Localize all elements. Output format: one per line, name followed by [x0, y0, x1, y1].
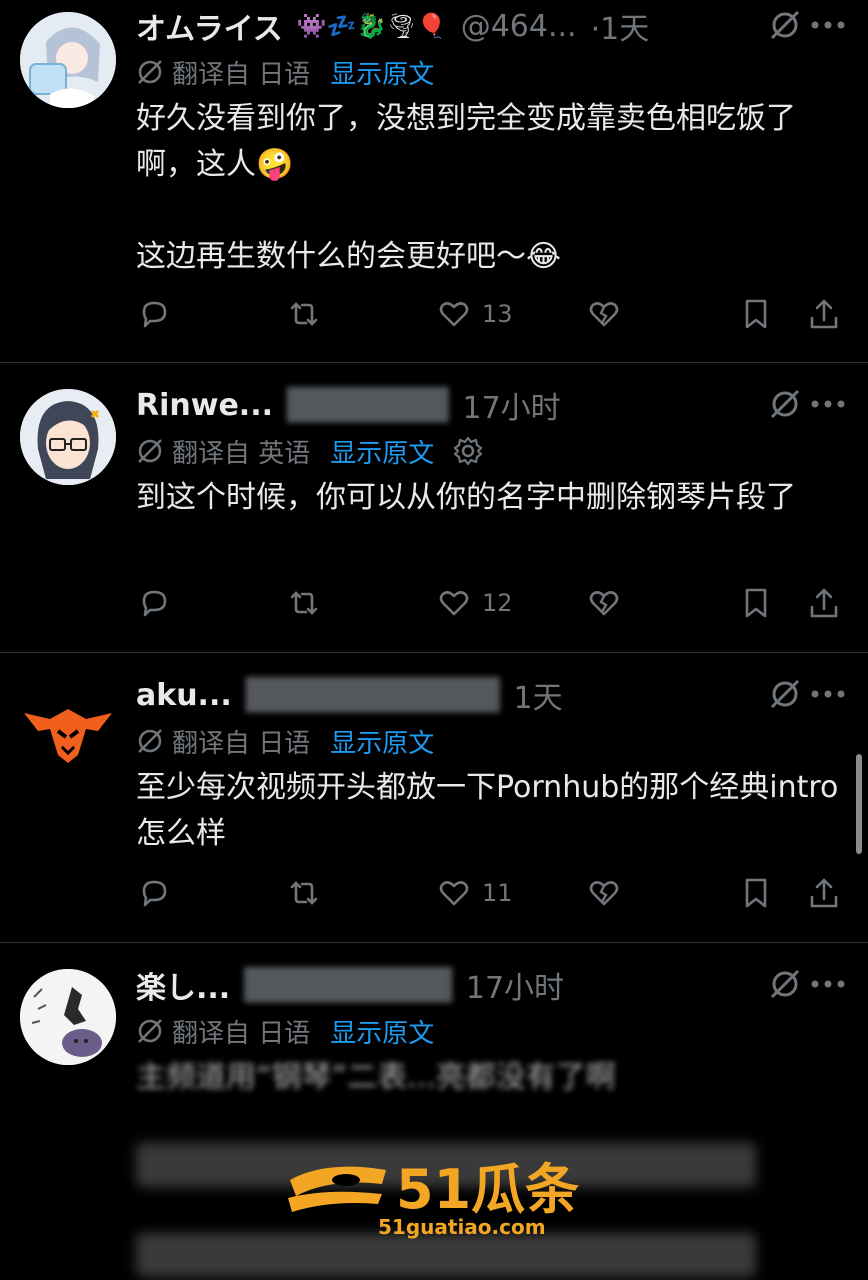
- post-text: 主频道用“钢琴”二表...亮都没有了啊: [136, 1060, 616, 1095]
- translated-from-label: 翻译自 日语: [172, 1018, 311, 1049]
- repost-icon: [290, 591, 318, 615]
- share-icon: [810, 588, 838, 618]
- watermark-brand: 51瓜条: [396, 1158, 579, 1221]
- reply-button[interactable]: [136, 583, 172, 623]
- reply-icon: [142, 590, 167, 617]
- share-icon: [810, 878, 838, 908]
- like-count: 12: [482, 589, 513, 617]
- broken-heart-icon: [589, 881, 619, 906]
- scrollbar[interactable]: [856, 754, 862, 854]
- grok-slash-icon[interactable]: [768, 8, 802, 42]
- more-options-icon[interactable]: [810, 20, 846, 30]
- share-button[interactable]: [806, 873, 842, 913]
- reply-icon: [142, 301, 167, 328]
- reply-button[interactable]: [136, 294, 172, 334]
- settings-gear-icon[interactable]: [452, 435, 484, 467]
- glasses-avatar-icon: [20, 389, 116, 485]
- grok-slash-icon[interactable]: [768, 387, 802, 421]
- repost-icon: [290, 881, 318, 905]
- more-options-icon[interactable]: [810, 689, 846, 699]
- handle-blurred: ███████: [287, 387, 449, 423]
- watermark-logo: 51瓜条 51guatiao.com: [286, 1140, 586, 1240]
- dislike-button[interactable]: [586, 873, 622, 913]
- avatar[interactable]: [20, 679, 116, 775]
- share-button[interactable]: [806, 583, 842, 623]
- post-2[interactable]: Rinwe... ███████ 17小时 翻译自 英语 显示原文 到这个时候，…: [0, 363, 868, 653]
- like-button[interactable]: 12: [436, 583, 513, 623]
- avatar[interactable]: [20, 12, 116, 108]
- repost-button[interactable]: [286, 294, 322, 334]
- broken-heart-icon: [589, 302, 619, 327]
- post-text: 好久没看到你了，没想到完全变成靠卖色相吃饭了啊，这人🤪 这边再生数什么的会更好吧…: [136, 101, 796, 274]
- post-text: 至少每次视频开头都放一下Pornhub的那个经典intro怎么样: [136, 770, 839, 851]
- repost-icon: [290, 302, 318, 326]
- show-original-link[interactable]: 显示原文: [330, 1013, 434, 1050]
- more-options-icon[interactable]: [810, 399, 846, 409]
- bookmark-button[interactable]: [738, 294, 774, 334]
- share-icon: [810, 299, 838, 329]
- share-button[interactable]: [806, 294, 842, 334]
- heart-icon: [439, 591, 469, 616]
- timestamp[interactable]: 17小时: [463, 383, 561, 427]
- watermark-url: 51guatiao.com: [378, 1215, 546, 1239]
- watermelon-logo-icon: 51瓜条 51guatiao.com: [288, 1158, 579, 1239]
- action-bar: 13: [136, 294, 846, 334]
- bookmark-icon: [745, 299, 767, 329]
- bookmark-icon: [745, 878, 767, 908]
- grok-slash-icon[interactable]: [768, 677, 802, 711]
- display-name[interactable]: aku...: [136, 678, 232, 713]
- like-button[interactable]: 13: [436, 294, 513, 334]
- wolf-logo-avatar-icon: [20, 679, 116, 775]
- show-original-link[interactable]: 显示原文: [330, 54, 434, 91]
- handle-blurred: █████████: [244, 967, 452, 1003]
- timestamp[interactable]: 1天: [514, 673, 563, 717]
- heart-icon: [439, 881, 469, 906]
- action-bar: 12: [136, 583, 846, 623]
- repost-button[interactable]: [286, 873, 322, 913]
- avatar[interactable]: [20, 969, 116, 1065]
- translate-icon: [138, 1019, 162, 1043]
- display-name[interactable]: 楽し...: [136, 963, 230, 1007]
- bookmark-button[interactable]: [738, 873, 774, 913]
- reply-button[interactable]: [136, 873, 172, 913]
- bookmark-button[interactable]: [738, 583, 774, 623]
- anime-girl-avatar-icon: [20, 12, 116, 108]
- more-options-icon[interactable]: [810, 979, 846, 989]
- translated-from-label: 翻译自 日语: [172, 59, 311, 90]
- heart-icon: [439, 302, 469, 327]
- like-count: 13: [482, 300, 513, 328]
- name-emojis: 👾💤🐉🌪🎈: [296, 12, 447, 40]
- translate-icon: [138, 439, 162, 463]
- grok-slash-icon[interactable]: [768, 967, 802, 1001]
- timestamp[interactable]: ·1天: [591, 4, 650, 48]
- dislike-button[interactable]: [586, 583, 622, 623]
- like-button[interactable]: 11: [436, 873, 513, 913]
- avatar[interactable]: [20, 389, 116, 485]
- display-name[interactable]: オムライス: [136, 4, 283, 48]
- translated-from-label: 翻译自 英语: [172, 438, 311, 469]
- handle-blurred: ███████████: [245, 677, 500, 713]
- repost-button[interactable]: [286, 583, 322, 623]
- display-name[interactable]: Rinwe...: [136, 388, 273, 423]
- like-count: 11: [482, 879, 513, 907]
- bookmark-icon: [745, 588, 767, 618]
- translated-from-label: 翻译自 日语: [172, 728, 311, 759]
- post-3[interactable]: aku... ███████████ 1天 翻译自 日语 显示原文 至少每次视频…: [0, 653, 868, 943]
- handle[interactable]: @464...: [461, 9, 577, 44]
- post-1[interactable]: オムライス 👾💤🐉🌪🎈 @464... ·1天 翻译自 日语 显示原文 好久没看…: [0, 0, 868, 362]
- reply-icon: [142, 880, 167, 907]
- action-bar: 11: [136, 873, 846, 913]
- sketch-avatar-icon: [20, 969, 116, 1065]
- dislike-button[interactable]: [586, 294, 622, 334]
- show-original-link[interactable]: 显示原文: [330, 723, 434, 760]
- timestamp[interactable]: 17小时: [466, 963, 564, 1007]
- translate-icon: [138, 729, 162, 753]
- post-text: 到这个时候，你可以从你的名字中删除钢琴片段了: [136, 480, 796, 515]
- translate-icon: [138, 60, 162, 84]
- broken-heart-icon: [589, 591, 619, 616]
- show-original-link[interactable]: 显示原文: [330, 433, 434, 470]
